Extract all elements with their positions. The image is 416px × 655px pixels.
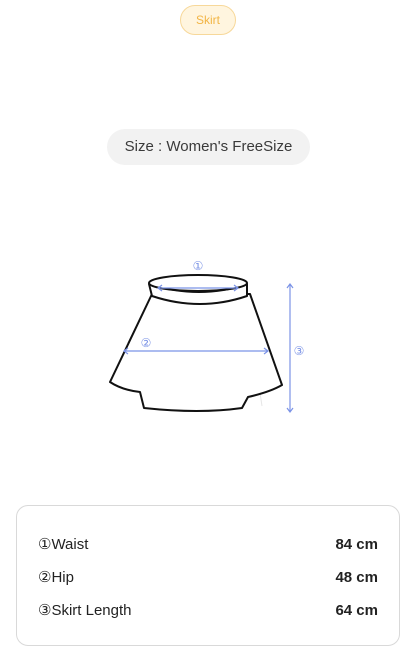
measurement-row-waist: ①Waist 84 cm: [38, 532, 378, 556]
category-tag: Skirt: [180, 5, 236, 35]
hip-marker: ②: [141, 336, 152, 350]
measurement-value: 84 cm: [335, 535, 378, 553]
length-marker: ③: [294, 344, 305, 358]
measurement-value: 48 cm: [335, 568, 378, 586]
measurement-row-hip: ②Hip 48 cm: [38, 565, 378, 589]
size-label: Size : Women's FreeSize: [107, 129, 310, 165]
skirt-outline: [109, 293, 283, 412]
measurement-value: 64 cm: [335, 601, 378, 619]
measurement-label: ①Waist: [38, 536, 89, 553]
skirt-measurement-diagram: ① ② ③: [109, 259, 305, 413]
measurement-label: ②Hip: [38, 569, 74, 586]
waist-marker: ①: [193, 259, 204, 273]
waistband-top: [148, 274, 248, 292]
measurement-label: ③Skirt Length: [38, 602, 132, 619]
measurement-row-length: ③Skirt Length 64 cm: [38, 598, 378, 622]
measurement-table: ①Waist 84 cm ②Hip 48 cm ③Skirt Length 64…: [16, 505, 400, 646]
